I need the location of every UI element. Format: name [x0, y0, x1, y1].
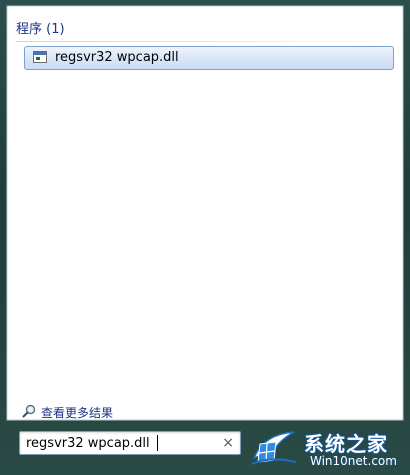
search-input[interactable]	[26, 434, 216, 452]
group-divider	[16, 41, 394, 42]
text-caret	[157, 435, 158, 451]
watermark-logo	[251, 431, 297, 465]
watermark: 系统之家 Win10net.com	[250, 426, 406, 472]
magnifier-icon	[22, 404, 36, 418]
result-item-label: regsvr32 wpcap.dll	[55, 50, 179, 65]
search-results-panel: 程序 (1) regsvr32 wpcap.dll 查看更多结果	[6, 5, 404, 421]
watermark-url: Win10net.com	[310, 454, 397, 468]
application-icon	[33, 51, 47, 63]
clear-search-icon[interactable]: ×	[222, 434, 234, 452]
see-more-results-label: 查看更多结果	[41, 406, 114, 420]
results-group-title[interactable]: 程序 (1)	[16, 18, 65, 37]
start-menu: 程序 (1) regsvr32 wpcap.dll 查看更多结果 × 系统	[0, 0, 410, 475]
search-box[interactable]: ×	[19, 431, 241, 455]
result-item-regsvr32[interactable]: regsvr32 wpcap.dll	[24, 46, 394, 70]
watermark-title: 系统之家	[304, 432, 388, 456]
results-group-header[interactable]: 程序 (1)	[16, 18, 394, 42]
